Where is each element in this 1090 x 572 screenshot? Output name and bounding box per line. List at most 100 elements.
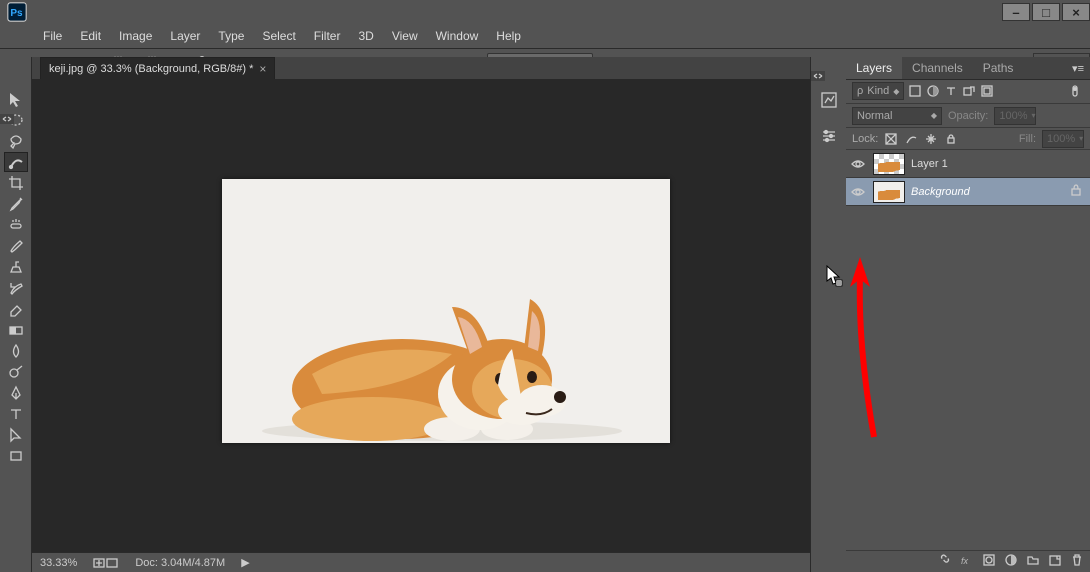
fill-label: Fill: <box>1019 133 1036 145</box>
zoom-level[interactable]: 33.33% <box>40 557 77 569</box>
app-logo-ps: Ps <box>6 1 28 23</box>
filter-pixel-icon[interactable] <box>908 84 922 98</box>
expand-layers-grip[interactable] <box>0 114 14 124</box>
canvas-area: keji.jpg @ 33.3% (Background, RGB/8#) * … <box>32 57 810 572</box>
document-tabs: keji.jpg @ 33.3% (Background, RGB/8#) * … <box>32 57 810 79</box>
doc-size-label: Doc: <box>135 557 158 569</box>
lock-transparent-icon[interactable] <box>884 132 898 146</box>
status-bar: 33.33% Doc: 3.04M/4.87M ▶ <box>32 552 810 572</box>
window-controls: – □ × <box>1000 3 1090 21</box>
lock-pixels-icon[interactable] <box>904 132 918 146</box>
layer-filter-row: ρKind◆ <box>846 79 1090 104</box>
document-tab[interactable]: keji.jpg @ 33.3% (Background, RGB/8#) * … <box>40 57 275 79</box>
brush-tool[interactable] <box>4 236 28 256</box>
expand-mini-panels-grip[interactable] <box>811 71 825 81</box>
layers-panel-footer: fx <box>846 550 1090 572</box>
lasso-tool[interactable] <box>4 131 28 151</box>
filter-kind-label: Kind <box>867 85 889 97</box>
history-panel-icon[interactable] <box>818 89 840 111</box>
tab-layers[interactable]: Layers <box>846 57 902 79</box>
close-doc-icon[interactable]: × <box>259 62 266 76</box>
layers-list: Layer 1 Background <box>846 150 1090 550</box>
rectangle-tool[interactable] <box>4 446 28 466</box>
menu-view[interactable]: View <box>383 25 427 47</box>
panel-menu-icon[interactable]: ▾≡ <box>1066 62 1090 75</box>
canvas[interactable] <box>32 79 810 552</box>
document-image <box>222 179 670 443</box>
opacity-value: 100% <box>999 110 1027 122</box>
menu-3d[interactable]: 3D <box>349 25 382 47</box>
menu-edit[interactable]: Edit <box>71 25 110 47</box>
filter-type-icon[interactable] <box>944 84 958 98</box>
type-tool[interactable] <box>4 404 28 424</box>
layer-row[interactable]: Layer 1 <box>846 150 1090 178</box>
delete-layer-icon[interactable] <box>1070 553 1084 570</box>
menu-help[interactable]: Help <box>487 25 530 47</box>
quick-selection-tool[interactable] <box>4 152 28 172</box>
mask-icon[interactable] <box>982 553 996 570</box>
adjustment-icon[interactable] <box>1004 553 1018 570</box>
new-layer-icon[interactable] <box>1048 553 1062 570</box>
menu-image[interactable]: Image <box>110 25 161 47</box>
filter-smart-icon[interactable] <box>980 84 994 98</box>
close-button[interactable]: × <box>1062 3 1090 21</box>
group-icon[interactable] <box>1026 553 1040 570</box>
filter-toggle[interactable] <box>1070 84 1084 98</box>
layers-panel-column: Layers Channels Paths ▾≡ ρKind◆ Normal◆ … <box>846 57 1090 572</box>
title-bar: Ps – □ × <box>0 0 1090 24</box>
menu-type[interactable]: Type <box>209 25 253 47</box>
workspace: keji.jpg @ 33.3% (Background, RGB/8#) * … <box>0 57 1090 572</box>
path-selection-tool[interactable] <box>4 425 28 445</box>
layer-name[interactable]: Background <box>911 186 970 198</box>
healing-brush-tool[interactable] <box>4 215 28 235</box>
gradient-tool[interactable] <box>4 320 28 340</box>
history-brush-tool[interactable] <box>4 278 28 298</box>
blend-opacity-row: Normal◆ Opacity: 100%▾ <box>846 104 1090 128</box>
lock-position-icon[interactable] <box>924 132 938 146</box>
menu-filter[interactable]: Filter <box>305 25 350 47</box>
layer-thumbnail[interactable] <box>873 181 905 203</box>
tool-column <box>0 57 32 572</box>
document-tab-title: keji.jpg @ 33.3% (Background, RGB/8#) * <box>49 63 253 75</box>
filter-kind-select[interactable]: ρKind◆ <box>852 82 904 100</box>
link-layers-icon[interactable] <box>938 553 952 570</box>
dog-drawing <box>222 179 670 443</box>
clone-stamp-tool[interactable] <box>4 257 28 277</box>
lock-label: Lock: <box>852 133 878 145</box>
eraser-tool[interactable] <box>4 299 28 319</box>
blend-mode-value: Normal <box>857 110 892 122</box>
tab-paths[interactable]: Paths <box>973 57 1024 79</box>
dodge-tool[interactable] <box>4 362 28 382</box>
menu-file[interactable]: File <box>34 25 71 47</box>
lock-all-icon[interactable] <box>944 132 958 146</box>
visibility-toggle[interactable] <box>849 187 867 197</box>
layer-thumbnail[interactable] <box>873 153 905 175</box>
visibility-toggle[interactable] <box>849 159 867 169</box>
fx-icon[interactable]: fx <box>960 553 974 570</box>
opacity-input[interactable]: 100%▾ <box>994 107 1036 125</box>
minimize-button[interactable]: – <box>1002 3 1030 21</box>
menu-window[interactable]: Window <box>427 25 488 47</box>
maximize-button[interactable]: □ <box>1032 3 1060 21</box>
blur-tool[interactable] <box>4 341 28 361</box>
layer-name[interactable]: Layer 1 <box>911 158 948 170</box>
properties-panel-icon[interactable] <box>818 125 840 147</box>
panel-tab-bar: Layers Channels Paths ▾≡ <box>846 57 1090 79</box>
filter-shape-icon[interactable] <box>962 84 976 98</box>
layer-row[interactable]: Background <box>846 178 1090 206</box>
menu-layer[interactable]: Layer <box>161 25 209 47</box>
status-icons <box>93 557 119 569</box>
filter-adjust-icon[interactable] <box>926 84 940 98</box>
fill-input[interactable]: 100%▾ <box>1042 130 1084 148</box>
blend-mode-select[interactable]: Normal◆ <box>852 107 942 125</box>
menu-select[interactable]: Select <box>253 25 304 47</box>
menu-bar: File Edit Image Layer Type Select Filter… <box>0 24 1090 48</box>
eyedropper-tool[interactable] <box>4 194 28 214</box>
crop-tool[interactable] <box>4 173 28 193</box>
pen-tool[interactable] <box>4 383 28 403</box>
tab-channels[interactable]: Channels <box>902 57 973 79</box>
svg-text:Ps: Ps <box>10 8 23 19</box>
opacity-label: Opacity: <box>948 110 988 122</box>
status-more-icon[interactable]: ▶ <box>241 556 249 569</box>
move-tool[interactable] <box>4 89 28 109</box>
